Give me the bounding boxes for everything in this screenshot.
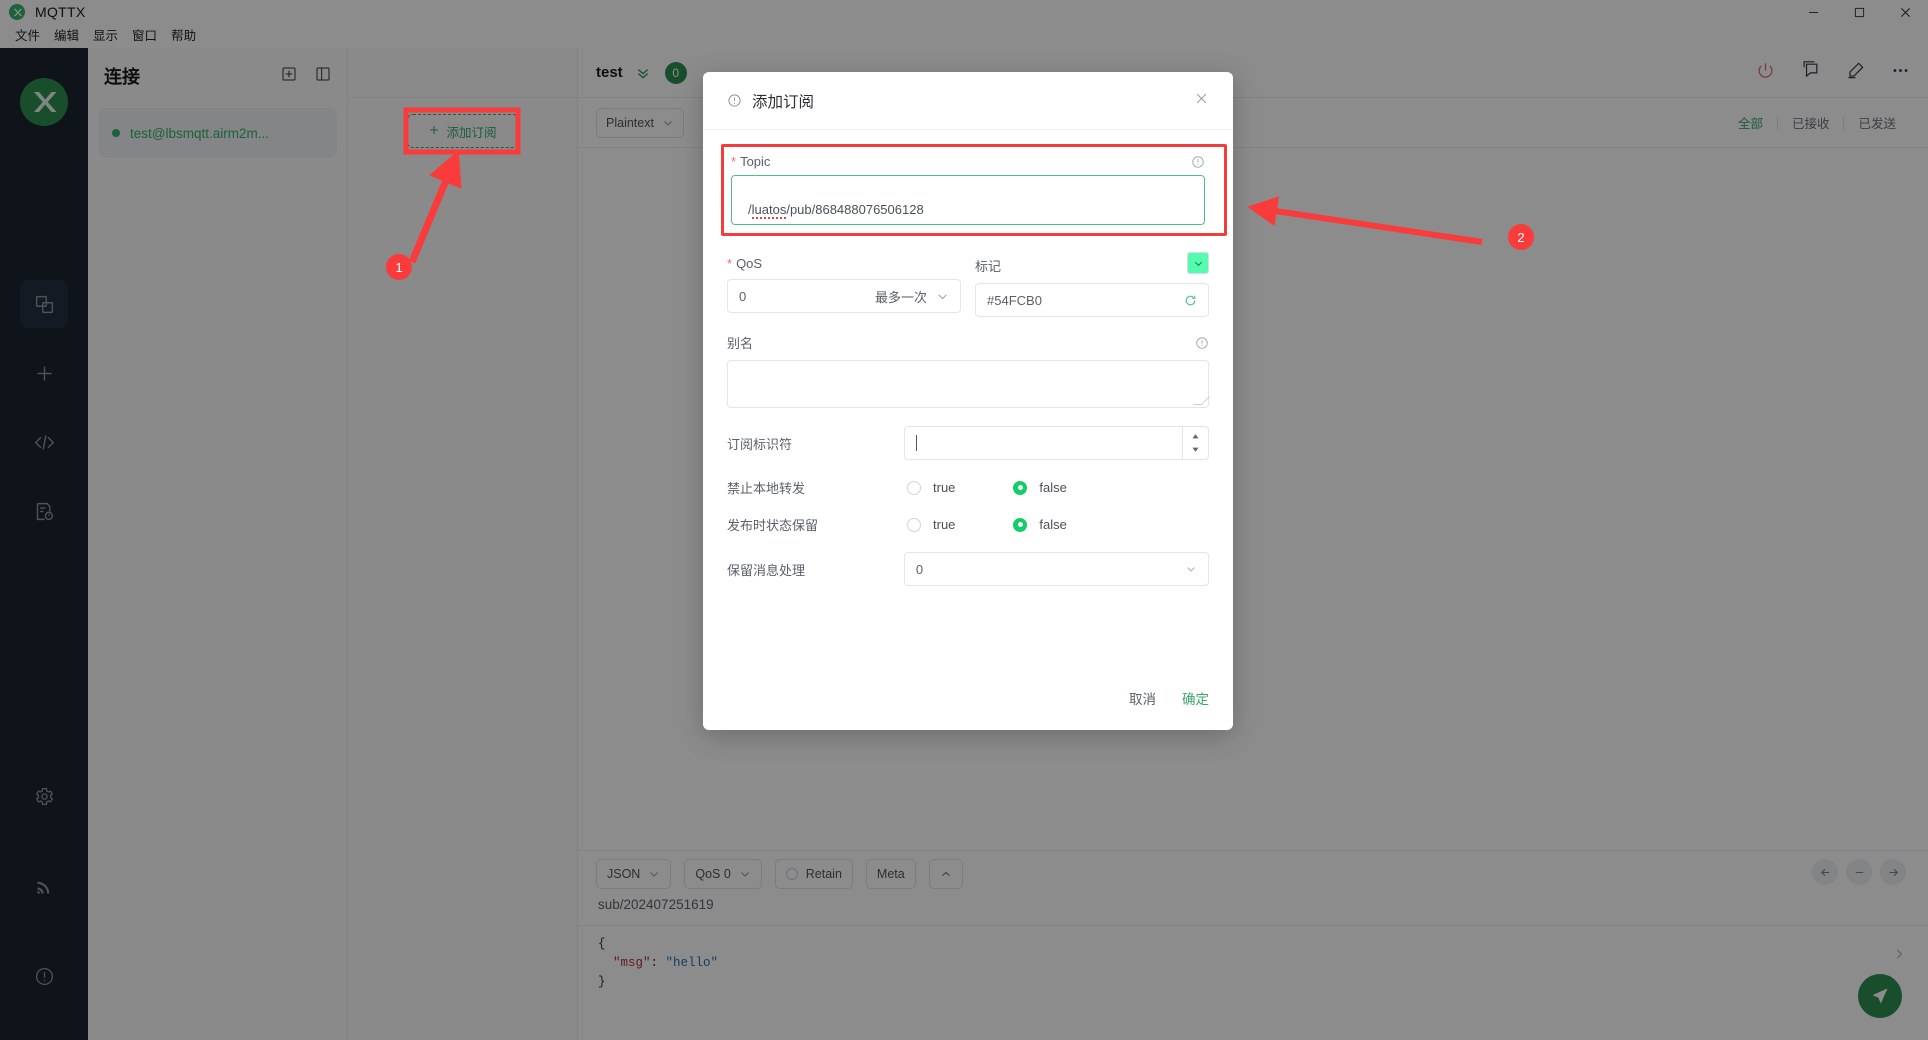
- annotation-box-add-subscription: [403, 107, 521, 155]
- annotation-arrow-2: [1247, 196, 1483, 245]
- annotation-marker-1: 1: [386, 254, 412, 280]
- annotation-layer: [403, 107, 1483, 264]
- app-root: MQTTX 文件 编辑 显示 窗口 帮助 连接 test@lbsmqtt.air…: [0, 0, 1928, 1040]
- annotation-marker-2: 2: [1508, 224, 1534, 250]
- annotation-arrow-1: [408, 149, 462, 264]
